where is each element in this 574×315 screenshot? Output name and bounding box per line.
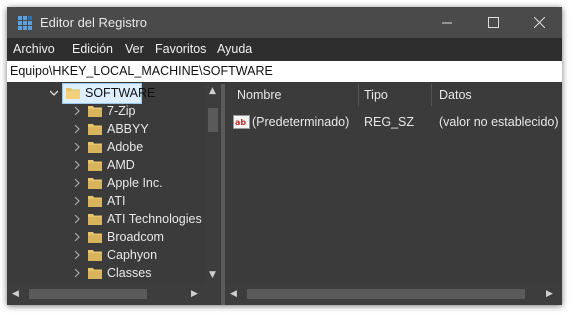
tree-item[interactable]: ATI [7,192,205,210]
column-header-datos[interactable]: Datos [439,88,472,110]
tree-item[interactable]: Adobe [7,138,205,156]
tree-item-label: Adobe [107,140,144,154]
tree-pane: SOFTWARE 7-Zip ABBYY Adobe AMD Apple Inc. ATI… [7,83,221,283]
scroll-thumb[interactable] [247,289,525,299]
scroll-left-icon[interactable]: ◀ [230,289,237,299]
chevron-right-icon[interactable] [73,197,81,205]
tree-item-label: ATI Technologies [107,212,202,226]
close-button[interactable] [516,7,562,38]
tree-item-label: ABBYY [107,122,149,136]
tree-item[interactable]: Apple Inc. [7,174,205,192]
chevron-right-icon[interactable] [73,107,81,115]
tree-item[interactable]: Classes [7,264,205,282]
tree-item[interactable]: ATI Technologies [7,210,205,228]
tree-item-label: ATI [107,194,126,208]
chevron-right-icon[interactable] [73,125,81,133]
address-bar[interactable]: Equipo\HKEY_LOCAL_MACHINE\SOFTWARE [7,61,562,82]
chevron-right-icon[interactable] [73,161,81,169]
tree-item-label: Apple Inc. [107,176,163,190]
folder-icon [88,214,102,225]
menu-ayuda[interactable]: Ayuda [217,42,252,56]
scroll-left-icon[interactable]: ◀ [12,289,19,299]
minimize-icon [441,22,452,24]
folder-icon [88,268,102,279]
tree-item-label: Broadcom [107,230,164,244]
scroll-up-icon[interactable]: ▲ [209,86,216,96]
tree-item-label: SOFTWARE [85,86,156,100]
folder-icon [88,232,102,243]
chevron-right-icon[interactable] [73,215,81,223]
menu-favoritos[interactable]: Favoritos [155,42,206,56]
value-name: (Predeterminado) [252,115,350,129]
value-row[interactable]: ab (Predeterminado) REG_SZ (valor no est… [225,113,562,131]
folder-icon [88,160,102,171]
scroll-right-icon[interactable]: ▶ [191,289,198,299]
chevron-right-icon[interactable] [73,179,81,187]
maximize-icon [487,17,499,28]
values-list-pane: Nombre Tipo Datos ab (Predeterminado) RE… [225,84,562,283]
chevron-right-icon[interactable] [73,251,81,259]
scroll-thumb[interactable] [29,289,147,299]
tree-item[interactable]: AMD [7,156,205,174]
tree-item-software[interactable]: SOFTWARE [7,83,205,104]
column-divider[interactable] [431,84,432,106]
tree-item[interactable]: Broadcom [7,228,205,246]
value-type: REG_SZ [364,115,415,129]
tree-item-label: Caphyon [107,248,158,262]
folder-icon [88,250,102,261]
tree-item[interactable]: ABBYY [7,120,205,138]
tree-horizontal-scrollbar[interactable]: ◀ ▶ [7,283,221,305]
window-title: Editor del Registro [40,15,147,30]
tree-item-label: AMD [107,158,135,172]
folder-icon [66,88,80,99]
tree-item[interactable]: Caphyon [7,246,205,264]
title-bar[interactable]: Editor del Registro [7,7,562,38]
menu-edicion[interactable]: Edición [72,42,113,56]
chevron-right-icon[interactable] [73,143,81,151]
folder-icon [88,106,102,117]
maximize-button[interactable] [470,7,516,38]
column-header-tipo[interactable]: Tipo [364,88,388,110]
value-data: (valor no establecido) [439,115,559,129]
tree-item-label: Classes [107,266,152,280]
tree-vertical-scrollbar[interactable]: ▲ ▼ [205,84,221,283]
registry-editor-window: Editor del Registro Archivo Edición Ver … [7,7,562,305]
column-divider[interactable] [358,84,359,106]
address-path: Equipo\HKEY_LOCAL_MACHINE\SOFTWARE [10,64,273,78]
menu-archivo[interactable]: Archivo [13,42,55,56]
scroll-thumb[interactable] [208,108,218,132]
tree-item[interactable]: 7-Zip [7,102,205,120]
close-icon [533,17,545,28]
minimize-button[interactable] [424,7,470,38]
menu-bar: Archivo Edición Ver Favoritos Ayuda [7,38,562,61]
scroll-right-icon[interactable]: ▶ [546,289,553,299]
ab-string-icon: ab [233,115,250,129]
tree-item-label: 7-Zip [107,104,136,118]
scroll-down-icon[interactable]: ▼ [209,270,216,280]
list-horizontal-scrollbar[interactable]: ◀ ▶ [225,283,562,305]
folder-icon [88,178,102,189]
chevron-down-icon [50,90,58,96]
chevron-right-icon[interactable] [73,269,81,277]
chevron-right-icon[interactable] [73,233,81,241]
folder-icon [88,196,102,207]
regedit-icon [18,16,32,30]
folder-icon [88,142,102,153]
column-header-nombre[interactable]: Nombre [237,88,281,110]
menu-ver[interactable]: Ver [125,42,144,56]
folder-icon [88,124,102,135]
svg-text:ab: ab [235,118,246,127]
